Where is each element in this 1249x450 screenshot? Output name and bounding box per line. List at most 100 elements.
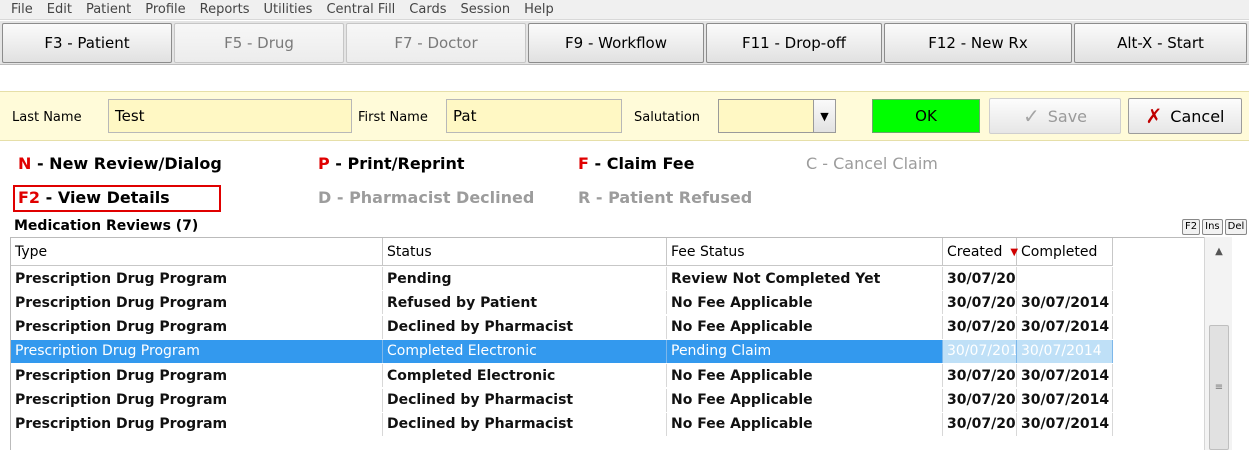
cell-type: Prescription Drug Program bbox=[11, 364, 383, 388]
cell-completed: 30/07/2014 bbox=[1017, 339, 1113, 363]
cell-status: Completed Electronic bbox=[383, 339, 667, 363]
action-text: - Pharmacist Declined bbox=[331, 188, 535, 207]
table-row[interactable]: Prescription Drug Program Declined by Pha… bbox=[11, 412, 1113, 436]
menu-reports[interactable]: Reports bbox=[193, 2, 257, 17]
cell-created: 30/07/2014 bbox=[943, 267, 1017, 290]
save-button[interactable]: ✓ Save bbox=[989, 98, 1121, 134]
menu-edit[interactable]: Edit bbox=[40, 2, 79, 17]
cell-fee-status: Review Not Completed Yet bbox=[667, 267, 943, 290]
menu-central-fill[interactable]: Central Fill bbox=[319, 2, 402, 17]
action-view-details[interactable]: F2 - View Details bbox=[18, 188, 170, 207]
cell-created: 30/07/2014 bbox=[943, 412, 1017, 436]
cell-type: Prescription Drug Program bbox=[11, 339, 383, 363]
new-rx-button[interactable]: F12 - New Rx bbox=[884, 23, 1072, 63]
cell-completed: 30/07/2014 bbox=[1017, 388, 1113, 412]
medication-reviews-table: Type Status Fee Status Created ▼ Complet… bbox=[10, 237, 1218, 450]
last-name-field[interactable]: Test bbox=[108, 99, 352, 133]
cell-created: 30/07/2014 bbox=[943, 291, 1017, 315]
cell-completed: 30/07/2014 bbox=[1017, 291, 1113, 315]
cell-completed bbox=[1017, 267, 1113, 290]
action-text: - Claim Fee bbox=[588, 154, 695, 173]
action-claim-fee[interactable]: F - Claim Fee bbox=[578, 154, 694, 173]
cell-completed: 30/07/2014 bbox=[1017, 364, 1113, 388]
cell-type: Prescription Drug Program bbox=[11, 388, 383, 412]
cell-created: 30/07/2014 bbox=[943, 388, 1017, 412]
key-f2[interactable]: F2 bbox=[1182, 219, 1201, 235]
action-text: - Patient Refused bbox=[590, 188, 753, 207]
scroll-thumb[interactable]: ≡ bbox=[1209, 325, 1229, 450]
cancel-button[interactable]: ✗ Cancel bbox=[1128, 98, 1242, 134]
menu-cards[interactable]: Cards bbox=[402, 2, 453, 17]
cell-fee-status: No Fee Applicable bbox=[667, 315, 943, 339]
menu-session[interactable]: Session bbox=[453, 2, 517, 17]
cell-status: Declined by Pharmacist bbox=[383, 412, 667, 436]
cell-completed: 30/07/2014 bbox=[1017, 315, 1113, 339]
medication-reviews-title: Medication Reviews (7) bbox=[0, 215, 1249, 237]
save-label: Save bbox=[1047, 106, 1088, 126]
workflow-button[interactable]: F9 - Workflow bbox=[528, 23, 704, 63]
action-key: F bbox=[578, 154, 589, 173]
action-cancel-claim[interactable]: C - Cancel Claim bbox=[806, 154, 938, 173]
cell-created: 30/07/2014 bbox=[943, 315, 1017, 339]
table-row[interactable]: Prescription Drug Program Declined by Pha… bbox=[11, 315, 1113, 339]
menu-help[interactable]: Help bbox=[517, 2, 561, 17]
column-created-label: Created bbox=[947, 244, 1003, 260]
cell-fee-status: No Fee Applicable bbox=[667, 291, 943, 315]
column-completed[interactable]: Completed bbox=[1017, 238, 1113, 266]
cell-status: Declined by Pharmacist bbox=[383, 388, 667, 412]
salutation-label: Salutation bbox=[634, 109, 701, 125]
cell-fee-status: No Fee Applicable bbox=[667, 364, 943, 388]
table-row[interactable]: Prescription Drug Program Refused by Pati… bbox=[11, 291, 1113, 315]
cell-created: 30/07/2014 bbox=[943, 339, 1017, 363]
dropoff-button[interactable]: F11 - Drop-off bbox=[706, 23, 882, 63]
action-pharmacist-declined[interactable]: D - Pharmacist Declined bbox=[318, 188, 534, 207]
cell-status: Completed Electronic bbox=[383, 364, 667, 388]
menu-file[interactable]: File bbox=[4, 2, 40, 17]
action-text: - New Review/Dialog bbox=[31, 154, 222, 173]
cell-type: Prescription Drug Program bbox=[11, 412, 383, 436]
main-toolbar: F3 - Patient F5 - Drug F7 - Doctor F9 - … bbox=[0, 21, 1249, 65]
key-del[interactable]: Del bbox=[1224, 219, 1248, 235]
chevron-down-icon[interactable]: ▼ bbox=[813, 100, 835, 132]
table-row[interactable]: Prescription Drug Program Completed Elect… bbox=[11, 339, 1113, 363]
action-key: C bbox=[806, 154, 818, 173]
column-type[interactable]: Type bbox=[11, 238, 383, 266]
menu-patient[interactable]: Patient bbox=[79, 2, 138, 17]
salutation-select[interactable]: ▼ bbox=[718, 99, 836, 133]
cell-status: Refused by Patient bbox=[383, 291, 667, 315]
cell-fee-status: No Fee Applicable bbox=[667, 412, 943, 436]
action-patient-refused[interactable]: R - Patient Refused bbox=[578, 188, 752, 207]
cell-fee-status: No Fee Applicable bbox=[667, 388, 943, 412]
cell-type: Prescription Drug Program bbox=[11, 315, 383, 339]
table-scrollbar[interactable]: ▲ ≡ bbox=[1204, 237, 1232, 450]
first-name-field[interactable]: Pat bbox=[446, 99, 622, 133]
drug-button[interactable]: F5 - Drug bbox=[174, 23, 344, 63]
table-row[interactable]: Prescription Drug Program Pending Review N… bbox=[11, 267, 1113, 290]
menu-utilities[interactable]: Utilities bbox=[257, 2, 320, 17]
table-row[interactable]: Prescription Drug Program Completed Elect… bbox=[11, 364, 1113, 388]
cell-completed: 30/07/2014 bbox=[1017, 412, 1113, 436]
scroll-up-icon[interactable]: ▲ bbox=[1205, 237, 1233, 265]
key-ins[interactable]: Ins bbox=[1202, 219, 1223, 235]
menu-profile[interactable]: Profile bbox=[138, 2, 192, 17]
action-key: N bbox=[18, 154, 32, 173]
patient-search-bar: Last Name Test First Name Pat Salutation… bbox=[0, 91, 1249, 141]
table-row[interactable]: Prescription Drug Program Declined by Pha… bbox=[11, 388, 1113, 412]
action-text: - Cancel Claim bbox=[817, 154, 938, 173]
start-button[interactable]: Alt-X - Start bbox=[1074, 23, 1247, 63]
column-fee-status[interactable]: Fee Status bbox=[667, 238, 943, 266]
patient-button[interactable]: F3 - Patient bbox=[2, 23, 172, 63]
table-header: Type Status Fee Status Created ▼ Complet… bbox=[11, 238, 1113, 266]
column-status[interactable]: Status bbox=[383, 238, 667, 266]
menu-bar: File Edit Patient Profile Reports Utilit… bbox=[0, 0, 1249, 20]
status-ok-indicator: OK bbox=[872, 99, 980, 133]
action-text: - Print/Reprint bbox=[329, 154, 465, 173]
action-new-review[interactable]: N - New Review/Dialog bbox=[18, 154, 222, 173]
action-text: - View Details bbox=[40, 188, 170, 207]
doctor-button[interactable]: F7 - Doctor bbox=[346, 23, 526, 63]
cell-type: Prescription Drug Program bbox=[11, 291, 383, 315]
column-created[interactable]: Created ▼ bbox=[943, 238, 1018, 266]
last-name-label: Last Name bbox=[12, 109, 82, 125]
first-name-label: First Name bbox=[358, 109, 428, 125]
action-print[interactable]: P - Print/Reprint bbox=[318, 154, 465, 173]
